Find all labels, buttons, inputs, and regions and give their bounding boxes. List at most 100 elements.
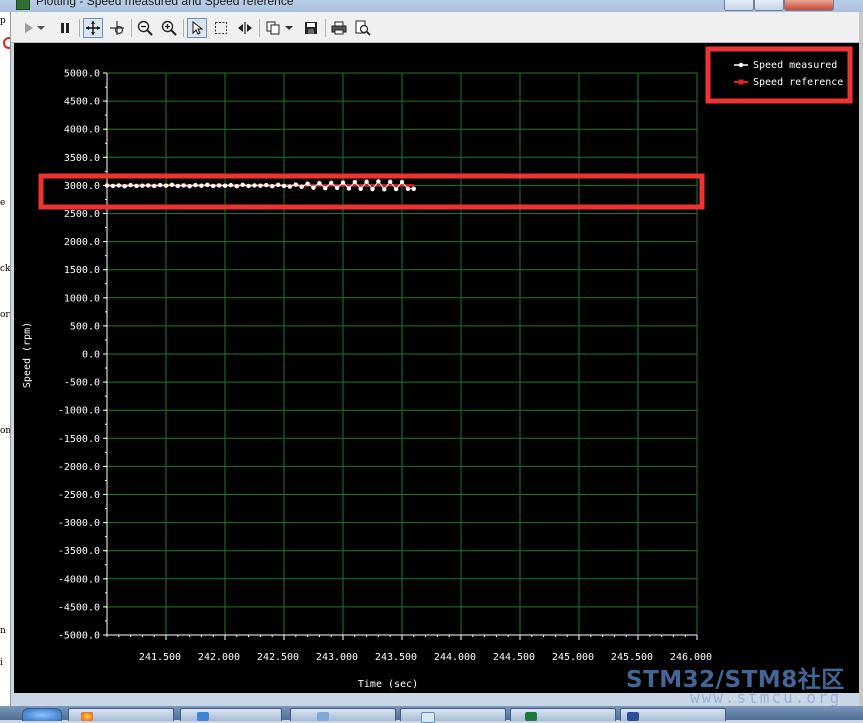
pause-button[interactable]	[55, 18, 75, 38]
taskbar-item-excel[interactable]	[510, 708, 616, 721]
y-tick-label: -3000.0	[58, 518, 100, 529]
x-tick-label: 241.500	[139, 652, 181, 663]
data-point-speed-measured	[122, 184, 127, 189]
y-axis-label: Speed (rpm)	[22, 322, 33, 388]
data-point-speed-measured	[252, 183, 257, 188]
play-icon	[25, 23, 33, 33]
data-point-speed-measured	[264, 182, 269, 188]
fit-horizontal-icon	[238, 22, 252, 34]
data-point-speed-measured	[329, 180, 334, 186]
save-icon	[305, 22, 317, 34]
data-point-speed-measured	[358, 186, 363, 191]
pan-button[interactable]	[83, 18, 103, 38]
window-right-edge	[859, 12, 863, 706]
data-point-speed-measured	[275, 182, 281, 188]
app-icon	[16, 0, 30, 10]
auto-scale-button[interactable]	[107, 18, 127, 38]
data-point-speed-measured	[228, 182, 234, 188]
taskbar-item-browser[interactable]	[68, 708, 174, 721]
y-tick-labels: 5000.0 4500.0 4000.0 3500.0 3000.0 2500.0 2000…	[58, 69, 100, 642]
print-icon	[331, 21, 347, 35]
data-point-speed-measured	[157, 182, 163, 188]
data-point-speed-measured	[270, 184, 275, 189]
taskbar-item-box-app[interactable]	[400, 708, 506, 723]
data-point-speed-measured	[352, 179, 357, 185]
pan-icon	[86, 21, 100, 35]
fit-horizontal-button[interactable]	[235, 18, 255, 38]
select-pointer-button[interactable]	[187, 18, 207, 38]
x-tick-label: 242.500	[257, 652, 299, 663]
background-window-strip: p e ck or om n i	[0, 12, 11, 706]
y-tick-label: 4500.0	[64, 97, 100, 108]
print-preview-button[interactable]	[353, 18, 373, 38]
play-dropdown-button[interactable]	[35, 18, 47, 38]
zoom-out-icon	[137, 20, 153, 36]
data-point-speed-measured	[393, 186, 399, 192]
copy-dropdown-button[interactable]	[283, 18, 295, 38]
plot-area[interactable]: 5000.0 4500.0 4000.0 3500.0 3000.0 2500.0 2000…	[14, 43, 859, 693]
minimize-button[interactable]	[724, 0, 754, 11]
watermark-url: www.stmcu.org	[690, 688, 842, 707]
fragment-text: e	[0, 198, 6, 208]
data-point-speed-measured	[205, 182, 210, 188]
legend-label-speed-reference: Speed reference	[753, 77, 843, 88]
y-tick-label: 500.0	[70, 321, 100, 332]
copy-button[interactable]	[263, 18, 283, 38]
data-point-speed-measured	[146, 183, 151, 188]
auto-scale-icon	[110, 21, 124, 35]
select-pointer-icon	[192, 21, 203, 35]
taskbar-item-settings[interactable]	[180, 708, 282, 721]
data-point-speed-measured	[299, 184, 304, 190]
data-point-speed-measured	[134, 183, 139, 189]
data-point-speed-measured	[382, 187, 387, 192]
print-button[interactable]	[329, 18, 349, 38]
box-app-icon	[421, 712, 435, 723]
y-tick-label: 2000.0	[64, 237, 100, 248]
x-tick-label: 243.000	[316, 652, 358, 663]
close-button[interactable]	[784, 0, 834, 11]
data-point-speed-measured	[317, 180, 322, 186]
speed-chart[interactable]: 5000.0 4500.0 4000.0 3500.0 3000.0 2500.0 2000…	[14, 43, 859, 693]
fragment-text: n	[0, 626, 6, 636]
data-point-speed-measured	[293, 182, 298, 187]
y-tick-label: 1000.0	[64, 293, 100, 304]
pause-icon	[61, 23, 69, 33]
no-entry-icon	[0, 36, 10, 50]
y-tick-label: 3500.0	[64, 153, 100, 164]
y-tick-label: 3000.0	[64, 181, 100, 192]
x-tick-label: 244.500	[493, 652, 535, 663]
x-tick-label: 245.000	[552, 652, 594, 663]
plot-grid	[106, 72, 698, 636]
data-point-speed-measured	[258, 183, 263, 188]
plot-axes	[103, 72, 698, 640]
y-tick-label: -3500.0	[58, 546, 100, 557]
y-tick-label: 2500.0	[64, 209, 100, 220]
taskbar-item-media[interactable]	[290, 708, 396, 721]
data-point-speed-measured	[311, 185, 316, 190]
copy-icon	[266, 21, 280, 35]
zoom-in-button[interactable]	[159, 18, 179, 38]
fragment-text: ck	[0, 264, 11, 274]
legend-label-speed-measured: Speed measured	[753, 60, 837, 71]
select-rectangle-button[interactable]	[211, 18, 231, 38]
legend-marker-speed-measured	[738, 62, 744, 68]
data-point-speed-measured	[163, 183, 169, 188]
start-orb-icon[interactable]	[22, 708, 62, 721]
data-point-speed-measured	[110, 183, 116, 189]
data-point-speed-measured	[323, 186, 328, 191]
data-point-speed-measured	[334, 185, 340, 191]
data-point-speed-measured	[152, 183, 157, 189]
fragment-text: om	[0, 426, 10, 436]
dropdown-icon	[37, 26, 45, 30]
taskbar-item-explorer[interactable]	[620, 708, 726, 721]
print-preview-icon	[355, 20, 371, 36]
fragment-text: or	[0, 310, 10, 320]
maximize-button[interactable]	[754, 0, 784, 11]
legend-marker-speed-reference	[738, 79, 744, 85]
data-point-speed-measured	[405, 186, 411, 191]
taskbar	[0, 706, 863, 723]
zoom-out-button[interactable]	[135, 18, 155, 38]
data-point-speed-measured	[376, 179, 381, 184]
save-button[interactable]	[301, 18, 321, 38]
data-point-speed-measured	[240, 182, 245, 188]
